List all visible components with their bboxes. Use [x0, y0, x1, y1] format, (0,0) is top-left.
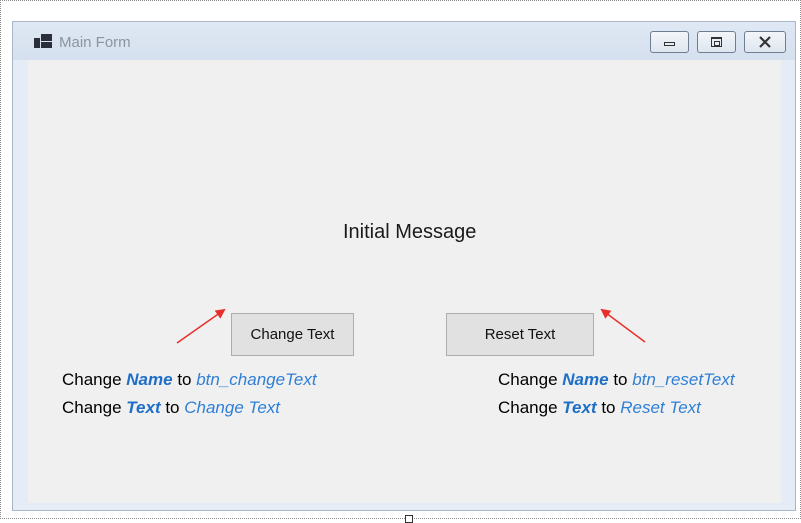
- close-button[interactable]: [744, 31, 786, 53]
- resize-handle[interactable]: [405, 515, 413, 523]
- maximize-icon: [711, 37, 722, 47]
- annotation-text: Change: [62, 370, 127, 389]
- annotation-right-line1: Change Name to btn_resetText: [498, 366, 735, 394]
- annotation-keyword: Name: [562, 370, 609, 389]
- window-icon: [34, 34, 52, 48]
- annotation-right: Change Name to btn_resetText Change Text…: [498, 366, 735, 422]
- title-bar[interactable]: Main Form: [13, 22, 795, 60]
- window-title: Main Form: [59, 34, 131, 51]
- annotation-value: btn_resetText: [632, 370, 735, 389]
- minimize-icon: [664, 42, 675, 46]
- annotation-text: Change: [62, 398, 127, 417]
- annotation-keyword: Text: [126, 398, 161, 417]
- form-client-area: Initial Message Change Text Reset Text C…: [28, 60, 781, 503]
- close-icon: [758, 35, 772, 49]
- annotation-value: btn_changeText: [196, 370, 317, 389]
- annotation-right-line2: Change Text to Reset Text: [498, 394, 735, 422]
- annotation-text: to: [608, 370, 633, 389]
- message-label: Initial Message: [343, 221, 477, 243]
- annotation-left: Change Name to btn_changeText Change Tex…: [62, 366, 317, 422]
- reset-text-button[interactable]: Reset Text: [446, 313, 594, 356]
- annotation-text: to: [596, 398, 621, 417]
- annotation-text: Change: [498, 398, 563, 417]
- annotation-text: to: [172, 370, 197, 389]
- annotation-value: Change Text: [184, 398, 281, 417]
- annotation-value: Reset Text: [620, 398, 701, 417]
- main-form-window: Main Form Initial Message Change Text Re…: [12, 21, 796, 511]
- annotation-left-line2: Change Text to Change Text: [62, 394, 317, 422]
- minimize-button[interactable]: [650, 31, 689, 53]
- maximize-button[interactable]: [697, 31, 736, 53]
- change-text-button[interactable]: Change Text: [231, 313, 354, 356]
- annotation-keyword: Name: [126, 370, 173, 389]
- annotation-text: Change: [498, 370, 563, 389]
- annotation-keyword: Text: [562, 398, 597, 417]
- annotation-left-line1: Change Name to btn_changeText: [62, 366, 317, 394]
- annotation-text: to: [160, 398, 185, 417]
